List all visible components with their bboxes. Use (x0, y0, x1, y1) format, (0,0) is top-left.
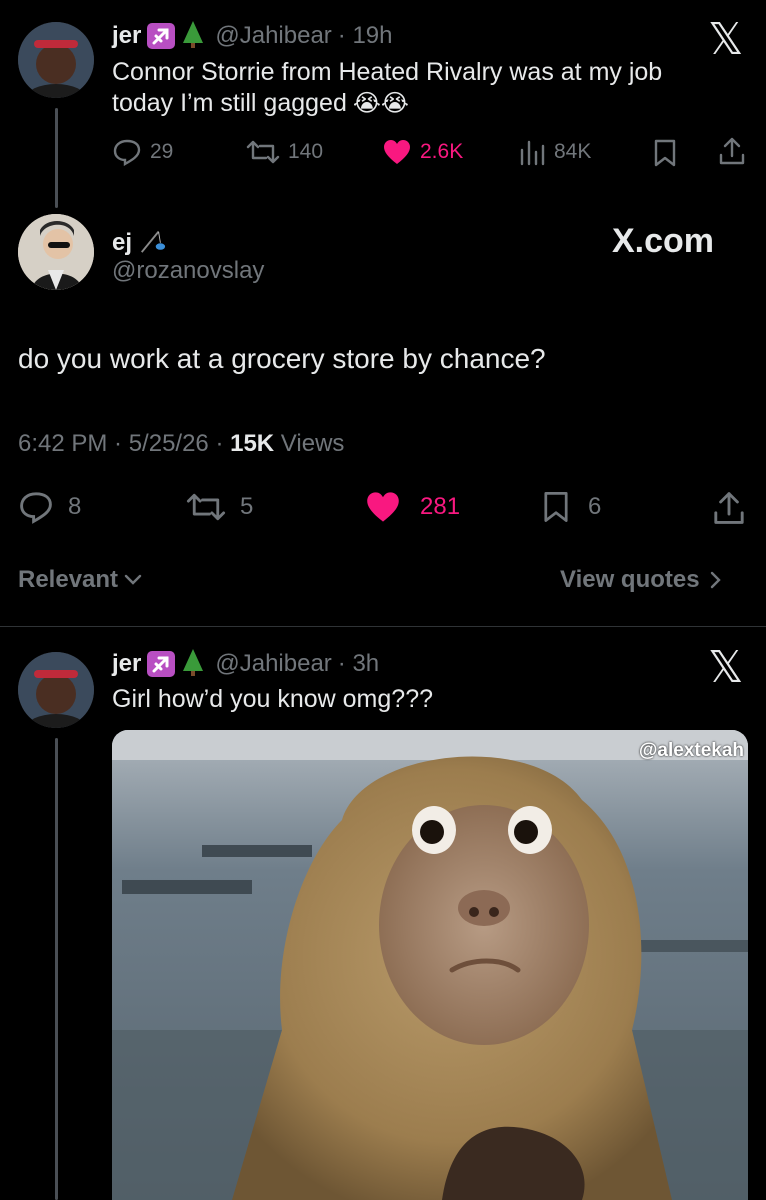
avatar[interactable] (18, 652, 94, 728)
share-button[interactable] (718, 136, 746, 166)
avatar-image (18, 214, 94, 290)
bookmark-count: 6 (588, 493, 602, 520)
display-name[interactable]: jer (112, 650, 141, 678)
bookmark-button[interactable]: 6 (540, 490, 601, 524)
like-count: 281 (420, 493, 461, 520)
handle[interactable]: @Jahibear (215, 22, 331, 50)
avatar-image (18, 652, 94, 728)
like-count: 2.6K (420, 140, 464, 163)
views-label: Views (274, 430, 345, 457)
avatar[interactable] (18, 22, 94, 98)
tweet-text-line: Connor Storrie from Heated Rivalry was a… (112, 58, 663, 86)
views-button[interactable]: 84K (518, 138, 591, 166)
view-quotes-link[interactable]: View quotes (560, 566, 722, 594)
like-button[interactable]: 281 (364, 490, 460, 524)
share-icon (719, 137, 745, 165)
chevron-right-icon (710, 571, 721, 589)
tweet-header: ej (112, 226, 166, 259)
reply-button[interactable]: 8 (18, 490, 81, 524)
display-name[interactable]: ej (112, 229, 132, 257)
avatar-image (18, 22, 94, 98)
thread-line (55, 108, 58, 208)
tweet-meta: 6:42 PM · 5/25/26 · 15K Views (18, 430, 344, 458)
reply-button[interactable]: 29 (112, 138, 173, 166)
sagittarius-badge-icon (147, 23, 176, 49)
handle[interactable]: @rozanovslay (112, 257, 264, 285)
sagittarius-badge-icon (147, 651, 176, 677)
site-label: X.com (612, 222, 715, 260)
tweet-text-line: today I’m still gagged (112, 89, 347, 117)
repost-count: 5 (240, 493, 254, 520)
view-count: 15K (230, 430, 275, 457)
chevron-down-icon (124, 574, 142, 585)
christmas-tree-icon (181, 19, 205, 54)
christmas-tree-icon (181, 647, 205, 682)
tweet-text: Connor Storrie from Heated Rivalry was a… (112, 57, 732, 119)
handle[interactable]: @Jahibear (215, 650, 331, 678)
share-button[interactable] (712, 490, 746, 526)
reply-count: 8 (68, 493, 82, 520)
tweet-header: jer @Jahibear · 3h (112, 648, 379, 680)
tweet-header: jer @Jahibear · 19h (112, 20, 393, 52)
repost-button[interactable]: 5 (186, 490, 253, 524)
thread-line (55, 738, 58, 1200)
heart-icon (367, 492, 399, 522)
tweet-media[interactable]: @alextekah (112, 730, 748, 1200)
repost-icon (246, 140, 280, 164)
divider (0, 626, 766, 627)
x-logo-icon[interactable]: 𝕏 (708, 646, 743, 690)
monkey-image (112, 730, 748, 1200)
heart-icon (384, 140, 410, 164)
tweet-text: Girl how’d you know omg??? (112, 685, 433, 713)
timestamp[interactable]: · 19h (338, 22, 393, 50)
repost-icon (186, 493, 226, 521)
view-count: 84K (554, 140, 592, 163)
avatar[interactable] (18, 214, 94, 290)
bookmark-icon (654, 139, 676, 167)
sort-dropdown[interactable]: Relevant (18, 566, 142, 594)
reply-icon (20, 492, 52, 524)
bookmark-icon (544, 492, 568, 522)
repost-button[interactable]: 140 (246, 138, 323, 166)
reply-icon (113, 139, 141, 166)
repost-count: 140 (288, 140, 324, 163)
analytics-icon (520, 140, 545, 166)
share-icon (714, 492, 744, 524)
timestamp[interactable]: 6:42 PM · 5/25/26 · (18, 430, 230, 457)
timestamp[interactable]: · 3h (338, 650, 379, 678)
bookmark-button[interactable] (652, 138, 678, 168)
like-button[interactable]: 2.6K (382, 138, 463, 166)
tweet-text: do you work at a grocery store by chance… (18, 343, 546, 374)
fishing-pole-icon (138, 226, 166, 259)
reply-count: 29 (150, 140, 174, 163)
sort-label: Relevant (18, 566, 119, 593)
crying-emoji: 😭😭 (352, 89, 409, 117)
view-quotes-label: View quotes (560, 566, 700, 593)
x-logo-icon[interactable]: 𝕏 (708, 18, 743, 62)
display-name[interactable]: jer (112, 22, 141, 50)
media-watermark: @alextekah (638, 740, 744, 761)
